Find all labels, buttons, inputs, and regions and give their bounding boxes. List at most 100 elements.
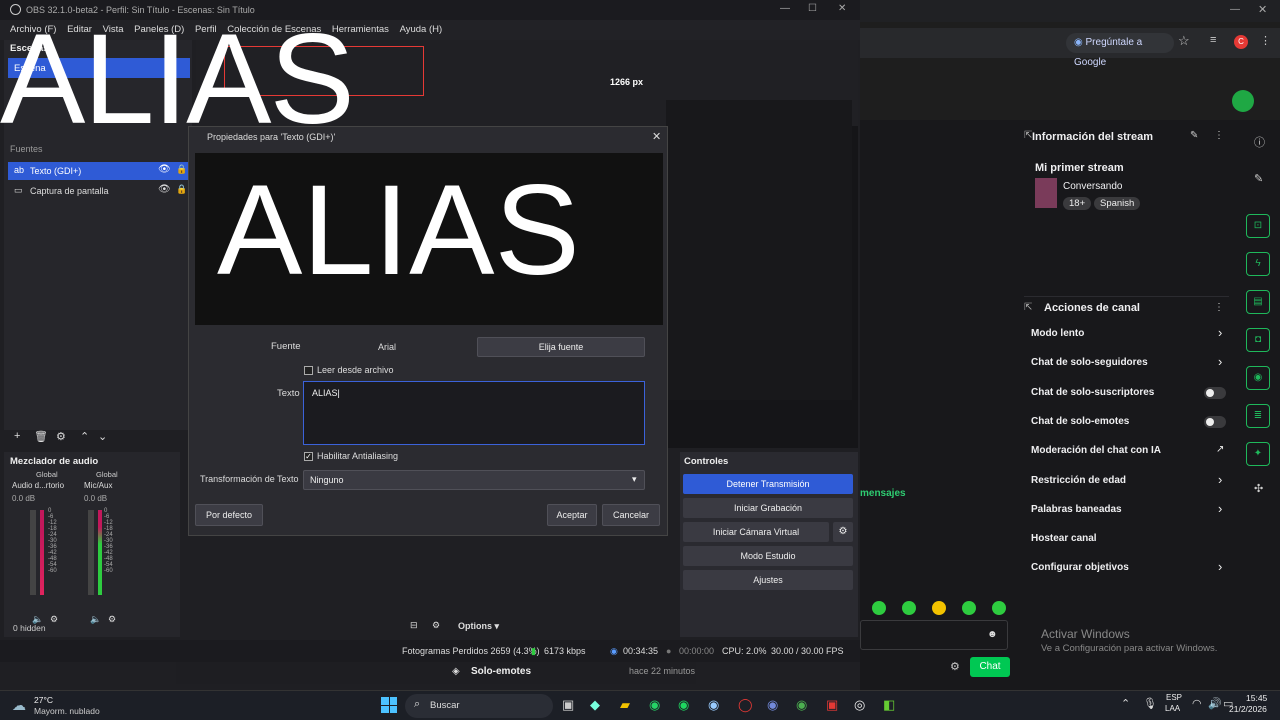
virtual-camera-settings-gear-icon[interactable]: ⚙ — [833, 522, 853, 542]
lock-icon[interactable]: 🔒 — [176, 184, 187, 195]
obs-taskbar-icon[interactable]: ◎ — [854, 697, 865, 713]
lock-icon[interactable]: 🔒 — [176, 164, 187, 175]
minimize-icon[interactable]: — — [780, 3, 790, 14]
task-view-icon[interactable]: ▣ — [562, 697, 574, 713]
expand-icon[interactable]: ⇱ — [1024, 302, 1032, 313]
move-up-icon[interactable]: ⌃ — [80, 430, 89, 443]
maximize-icon[interactable]: ☐ — [808, 3, 817, 14]
capture-app-icon[interactable]: ▣ — [826, 697, 838, 713]
channel-action-item[interactable]: Chat de solo-suscriptores — [1024, 382, 1229, 402]
close-icon[interactable]: ✕ — [1258, 3, 1267, 16]
eye-icon[interactable]: 👁 — [158, 164, 171, 175]
virtual-camera-button[interactable]: Iniciar Cámara Virtual — [683, 522, 829, 542]
chevron-right-icon[interactable]: › — [1218, 472, 1222, 487]
edit-icon[interactable]: ✎ — [1254, 172, 1263, 185]
info-icon[interactable]: ⓘ — [1254, 134, 1265, 150]
toggle-switch[interactable] — [1204, 386, 1226, 399]
windows-start-icon[interactable] — [381, 697, 397, 713]
app-icon[interactable]: ◯ — [738, 697, 753, 713]
weather-desc[interactable]: Mayorm. nublado — [34, 706, 100, 716]
accept-button[interactable]: Aceptar — [547, 504, 597, 526]
microphone-icon[interactable]: 🎙 — [1143, 697, 1157, 710]
taskbar-search[interactable]: ⌕ Buscar — [405, 694, 553, 718]
layout-icon[interactable]: ⊟ — [410, 620, 418, 631]
defaults-button[interactable]: Por defecto — [195, 504, 263, 526]
read-from-file-checkbox[interactable] — [304, 366, 313, 375]
gear-icon[interactable]: ⚙ — [56, 430, 66, 443]
weather-temp[interactable]: 27°C — [34, 695, 53, 705]
extensions-icon[interactable]: ✣ — [1254, 482, 1263, 495]
chevron-right-icon[interactable]: › — [1218, 354, 1222, 369]
clock-time[interactable]: 15:45 — [1246, 693, 1267, 703]
chat-send-button[interactable]: Chat — [970, 657, 1010, 677]
text-input[interactable]: ALIAS| — [303, 381, 645, 445]
add-icon[interactable]: + — [14, 430, 20, 442]
channel-action-item[interactable]: Hostear canal — [1024, 528, 1229, 548]
channel-name[interactable]: Mic/Aux — [84, 481, 112, 490]
tray-chevron-icon[interactable]: ⌃ — [1121, 697, 1130, 710]
volume-icon[interactable]: 🔊 — [1208, 697, 1222, 710]
options-dropdown[interactable]: Options ▾ — [458, 621, 499, 632]
lightning-icon[interactable]: ϟ — [1246, 252, 1270, 276]
close-icon[interactable]: ✕ — [838, 3, 846, 14]
stop-stream-button[interactable]: Detener Transmisión — [683, 474, 853, 494]
clip-icon[interactable]: ⊡ — [1246, 214, 1270, 238]
studio-mode-button[interactable]: Modo Estudio — [683, 546, 853, 566]
kebab-menu-icon[interactable]: ⋮ — [1214, 302, 1224, 313]
transform-select[interactable]: Ninguno ▾ — [303, 470, 645, 490]
settings-button[interactable]: Ajustes — [683, 570, 853, 590]
eye-icon[interactable]: 👁 — [158, 184, 171, 195]
cancel-button[interactable]: Cancelar — [602, 504, 660, 526]
emote-picker-icon[interactable]: ☻ — [987, 629, 998, 640]
external-link-icon[interactable]: ↗ — [1216, 444, 1224, 455]
toggle-switch[interactable] — [1204, 415, 1226, 428]
start-recording-button[interactable]: Iniciar Grabación — [683, 498, 853, 518]
channel-action-item[interactable]: Modo lento › — [1024, 323, 1229, 343]
mixer-settings-icon[interactable]: ⚙ — [432, 620, 440, 631]
chat-bubble-icon[interactable]: ◘ — [1246, 328, 1270, 352]
document-icon[interactable]: ▤ — [1246, 290, 1270, 314]
clock-date[interactable]: 21/2/2026 — [1229, 704, 1267, 714]
volume-fader[interactable] — [88, 510, 94, 595]
close-icon[interactable]: ✕ — [652, 130, 661, 143]
expand-icon[interactable]: ⇱ — [1024, 130, 1032, 141]
whatsapp-icon[interactable]: ◉ — [649, 697, 660, 713]
weather-cloud-icon[interactable]: ☁ — [12, 697, 26, 714]
channel-action-item[interactable]: Chat de solo-seguidores › — [1024, 352, 1229, 372]
media-icon[interactable]: ≡ — [1210, 34, 1216, 46]
wifi-icon[interactable]: ◠ — [1192, 697, 1202, 710]
speaker-icon[interactable]: 🔈 — [90, 614, 101, 625]
channel-action-item[interactable]: Moderación del chat con IA ↗ — [1024, 440, 1229, 460]
channel-action-item[interactable]: Restricción de edad › — [1024, 470, 1229, 490]
emote-icon[interactable] — [872, 601, 886, 615]
channel-name[interactable]: Audio d...rtorio — [12, 481, 64, 490]
category-name[interactable]: Conversando — [1063, 181, 1122, 192]
keyboard-layout[interactable]: LAA — [1165, 704, 1180, 713]
broadcast-icon[interactable]: ◉ — [1246, 366, 1270, 390]
bookmark-star-icon[interactable]: ☆ — [1178, 33, 1190, 49]
ask-google-button[interactable]: ◉ Pregúntale a Google — [1066, 33, 1174, 68]
chevron-right-icon[interactable]: › — [1218, 559, 1222, 574]
minecraft-icon[interactable]: ◧ — [883, 697, 895, 713]
emote-icon[interactable] — [902, 601, 916, 615]
chrome-icon[interactable]: ◉ — [796, 697, 807, 713]
settings-icon[interactable]: ⚙ — [50, 614, 58, 625]
antialias-checkbox[interactable]: ✓ — [304, 452, 313, 461]
chat-input[interactable]: ☻ — [860, 620, 1008, 650]
emote-icon[interactable] — [932, 601, 946, 615]
emote-icon[interactable] — [992, 601, 1006, 615]
emote-icon[interactable] — [962, 601, 976, 615]
edit-pencil-icon[interactable]: ✎ — [1190, 130, 1198, 141]
chevron-right-icon[interactable]: › — [1218, 501, 1222, 516]
discord-icon[interactable]: ◉ — [767, 697, 778, 713]
source-item-text[interactable]: ab Texto (GDI+) 👁 🔒 — [8, 162, 188, 180]
tag-spanish[interactable]: Spanish — [1094, 197, 1141, 210]
wrench-icon[interactable]: ✦ — [1246, 442, 1270, 466]
file-explorer-icon[interactable]: ▰ — [620, 697, 630, 713]
profile-avatar[interactable]: C — [1234, 35, 1248, 49]
settings-icon[interactable]: ⚙ — [108, 614, 116, 625]
move-down-icon[interactable]: ⌄ — [98, 430, 107, 443]
trash-icon[interactable]: 🗑 — [34, 430, 48, 443]
volume-fader[interactable] — [30, 510, 36, 595]
spotify-icon[interactable]: ◉ — [678, 697, 689, 713]
